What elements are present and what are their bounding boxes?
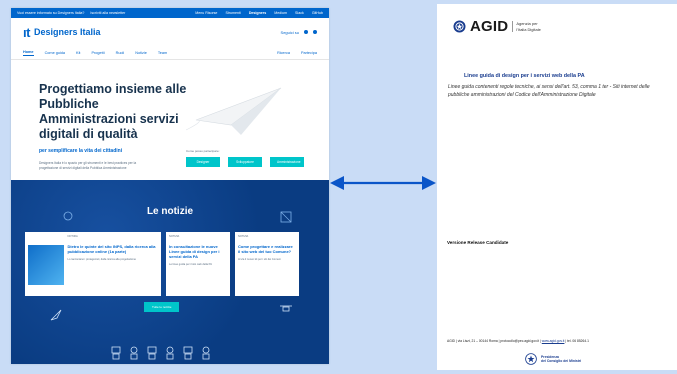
rocket-icon: [50, 309, 62, 321]
news-card-meta: NOTIZIA: [67, 235, 78, 238]
document-footer: AGID | via Liszt, 21 – 00144 Roma | prot…: [447, 339, 589, 343]
nav-item-2[interactable]: Kit: [76, 51, 80, 55]
newsletter-text: Vuoi essere informato su Designers Itali…: [17, 11, 85, 15]
news-card-desc: Lo raccontano i protagonisti, dalla rice…: [67, 258, 137, 261]
top-bar: Vuoi essere informato su Designers Itali…: [11, 8, 329, 18]
robots-illustration: [111, 346, 211, 360]
robot-icon: [183, 346, 193, 360]
agid-header: AGID Agenzia per l'Italia Digitale: [437, 4, 677, 35]
designers-italia-logo[interactable]: ıt Designers Italia: [23, 25, 100, 40]
top-bar-links: Menu Risorse Strumenti Designers Medium …: [195, 11, 323, 15]
nav-right-0[interactable]: Ricerca: [277, 51, 290, 55]
top-link-2[interactable]: Designers: [249, 11, 266, 15]
news-card[interactable]: NOTIZIA Dietro le quinte del sito INPS, …: [25, 232, 161, 296]
agid-sub-line-1: Agenzia per: [516, 21, 538, 27]
news-cards: NOTIZIA Dietro le quinte del sito INPS, …: [11, 232, 329, 296]
footer-phone: | tel. 06 85264.1: [565, 339, 589, 343]
news-card[interactable]: NOTIZIA Come progettare e realizzare il …: [235, 232, 299, 296]
nav-item-1[interactable]: Come guida: [45, 51, 65, 55]
top-link-0[interactable]: Menu Risorse: [195, 11, 217, 15]
logo-mark: ıt: [23, 24, 30, 40]
top-link-1[interactable]: Strumenti: [225, 11, 240, 15]
presidenza-line-2: del Consiglio dei Ministri: [541, 359, 582, 363]
administration-button[interactable]: Amministrazione: [270, 157, 304, 167]
news-card-desc: Le linee guida per il sito web della PA: [169, 263, 212, 266]
developer-button[interactable]: Sviluppatore: [228, 157, 262, 167]
cta-label: Come posso partecipare:: [186, 149, 220, 153]
robot-icon: [166, 346, 174, 360]
document-description: Linee guida contenenti regole tecniche, …: [448, 84, 650, 98]
drone-icon: [280, 305, 292, 312]
news-card-desc: Al via il nuovo kit per i siti dei Comun…: [238, 258, 281, 261]
news-card-title[interactable]: In consultazione le nuove Linee guida di…: [169, 244, 227, 259]
robot-icon: [202, 346, 210, 360]
news-card-meta: NOTIZIA: [169, 235, 180, 238]
agid-emblem-icon: [453, 20, 466, 33]
double-arrow-icon: [330, 176, 436, 190]
cta-group: Designer Sviluppatore Amministrazione: [186, 157, 304, 167]
agid-subtitle: Agenzia per l'Italia Digitale: [512, 21, 541, 32]
main-nav: Home Come guida Kit Progetti Ruoli Notiz…: [11, 46, 329, 60]
document-version: Versione Release Candidate: [447, 240, 509, 245]
website-screenshot: Vuoi essere informato su Designers Itali…: [11, 8, 329, 364]
site-header: ıt Designers Italia Seguici su: [11, 18, 329, 46]
newsletter-link[interactable]: Iscriviti alla newsletter: [90, 11, 125, 15]
nav-item-4[interactable]: Ruoli: [116, 51, 125, 55]
top-link-4[interactable]: Slack: [295, 11, 304, 15]
news-card-image: [28, 245, 64, 285]
robot-icon: [130, 346, 138, 360]
agid-sub-line-2: l'Italia Digitale: [516, 26, 541, 32]
hero: Progettiamo insieme alle Pubbliche Ammin…: [11, 60, 329, 180]
hero-subtitle: per semplificare la vita dei cittadini: [39, 148, 123, 154]
footer-address: AGID | via Liszt, 21 – 00144 Roma | prot…: [447, 339, 541, 343]
nav-item-5[interactable]: Notizie: [135, 51, 147, 55]
lightbulb-icon: [63, 211, 73, 221]
top-link-5[interactable]: GitHub: [312, 11, 323, 15]
all-news-button[interactable]: Tutte le notizie: [144, 302, 180, 312]
box-icon: [280, 211, 292, 223]
footer-website-link[interactable]: www.agid.gov.it: [542, 339, 565, 343]
nav-item-home[interactable]: Home: [23, 50, 34, 56]
republic-emblem-icon: [525, 353, 537, 365]
news-card-title[interactable]: Come progettare e realizzare il sito web…: [238, 244, 296, 254]
nav-item-3[interactable]: Progetti: [91, 51, 104, 55]
designer-button[interactable]: Designer: [186, 157, 220, 167]
agid-wordmark: AGID: [470, 18, 509, 35]
news-card[interactable]: NOTIZIA In consultazione le nuove Linee …: [166, 232, 230, 296]
nav-right-1[interactable]: Partecipa: [301, 51, 317, 55]
presidenza-logo: Presidenza del Consiglio dei Ministri: [525, 353, 581, 365]
paper-plane-icon: [186, 87, 282, 135]
robot-icon: [147, 346, 157, 360]
social-tools: Seguici su: [281, 30, 317, 35]
logo-text: Designers Italia: [33, 27, 101, 37]
nav-item-6[interactable]: Team: [158, 51, 167, 55]
news-section: Le notizie NOTIZIA Dietro le quinte del …: [11, 180, 329, 364]
robot-icon: [111, 346, 121, 360]
hero-title: Progettiamo insieme alle Pubbliche Ammin…: [39, 82, 187, 141]
news-card-title[interactable]: Dietro le quinte del sito INPS, dalla ri…: [68, 244, 159, 254]
medium-icon[interactable]: [313, 30, 317, 34]
document-title: Linee guida di design per i servizi web …: [464, 73, 585, 79]
twitter-icon[interactable]: [304, 30, 308, 34]
hero-text: Designers Italia è lo spazio per gli str…: [39, 161, 137, 171]
news-card-meta: NOTIZIA: [238, 235, 249, 238]
follow-label: Seguici su: [280, 29, 299, 35]
guidelines-document: AGID Agenzia per l'Italia Digitale Linee…: [437, 4, 677, 370]
top-link-3[interactable]: Medium: [274, 11, 287, 15]
